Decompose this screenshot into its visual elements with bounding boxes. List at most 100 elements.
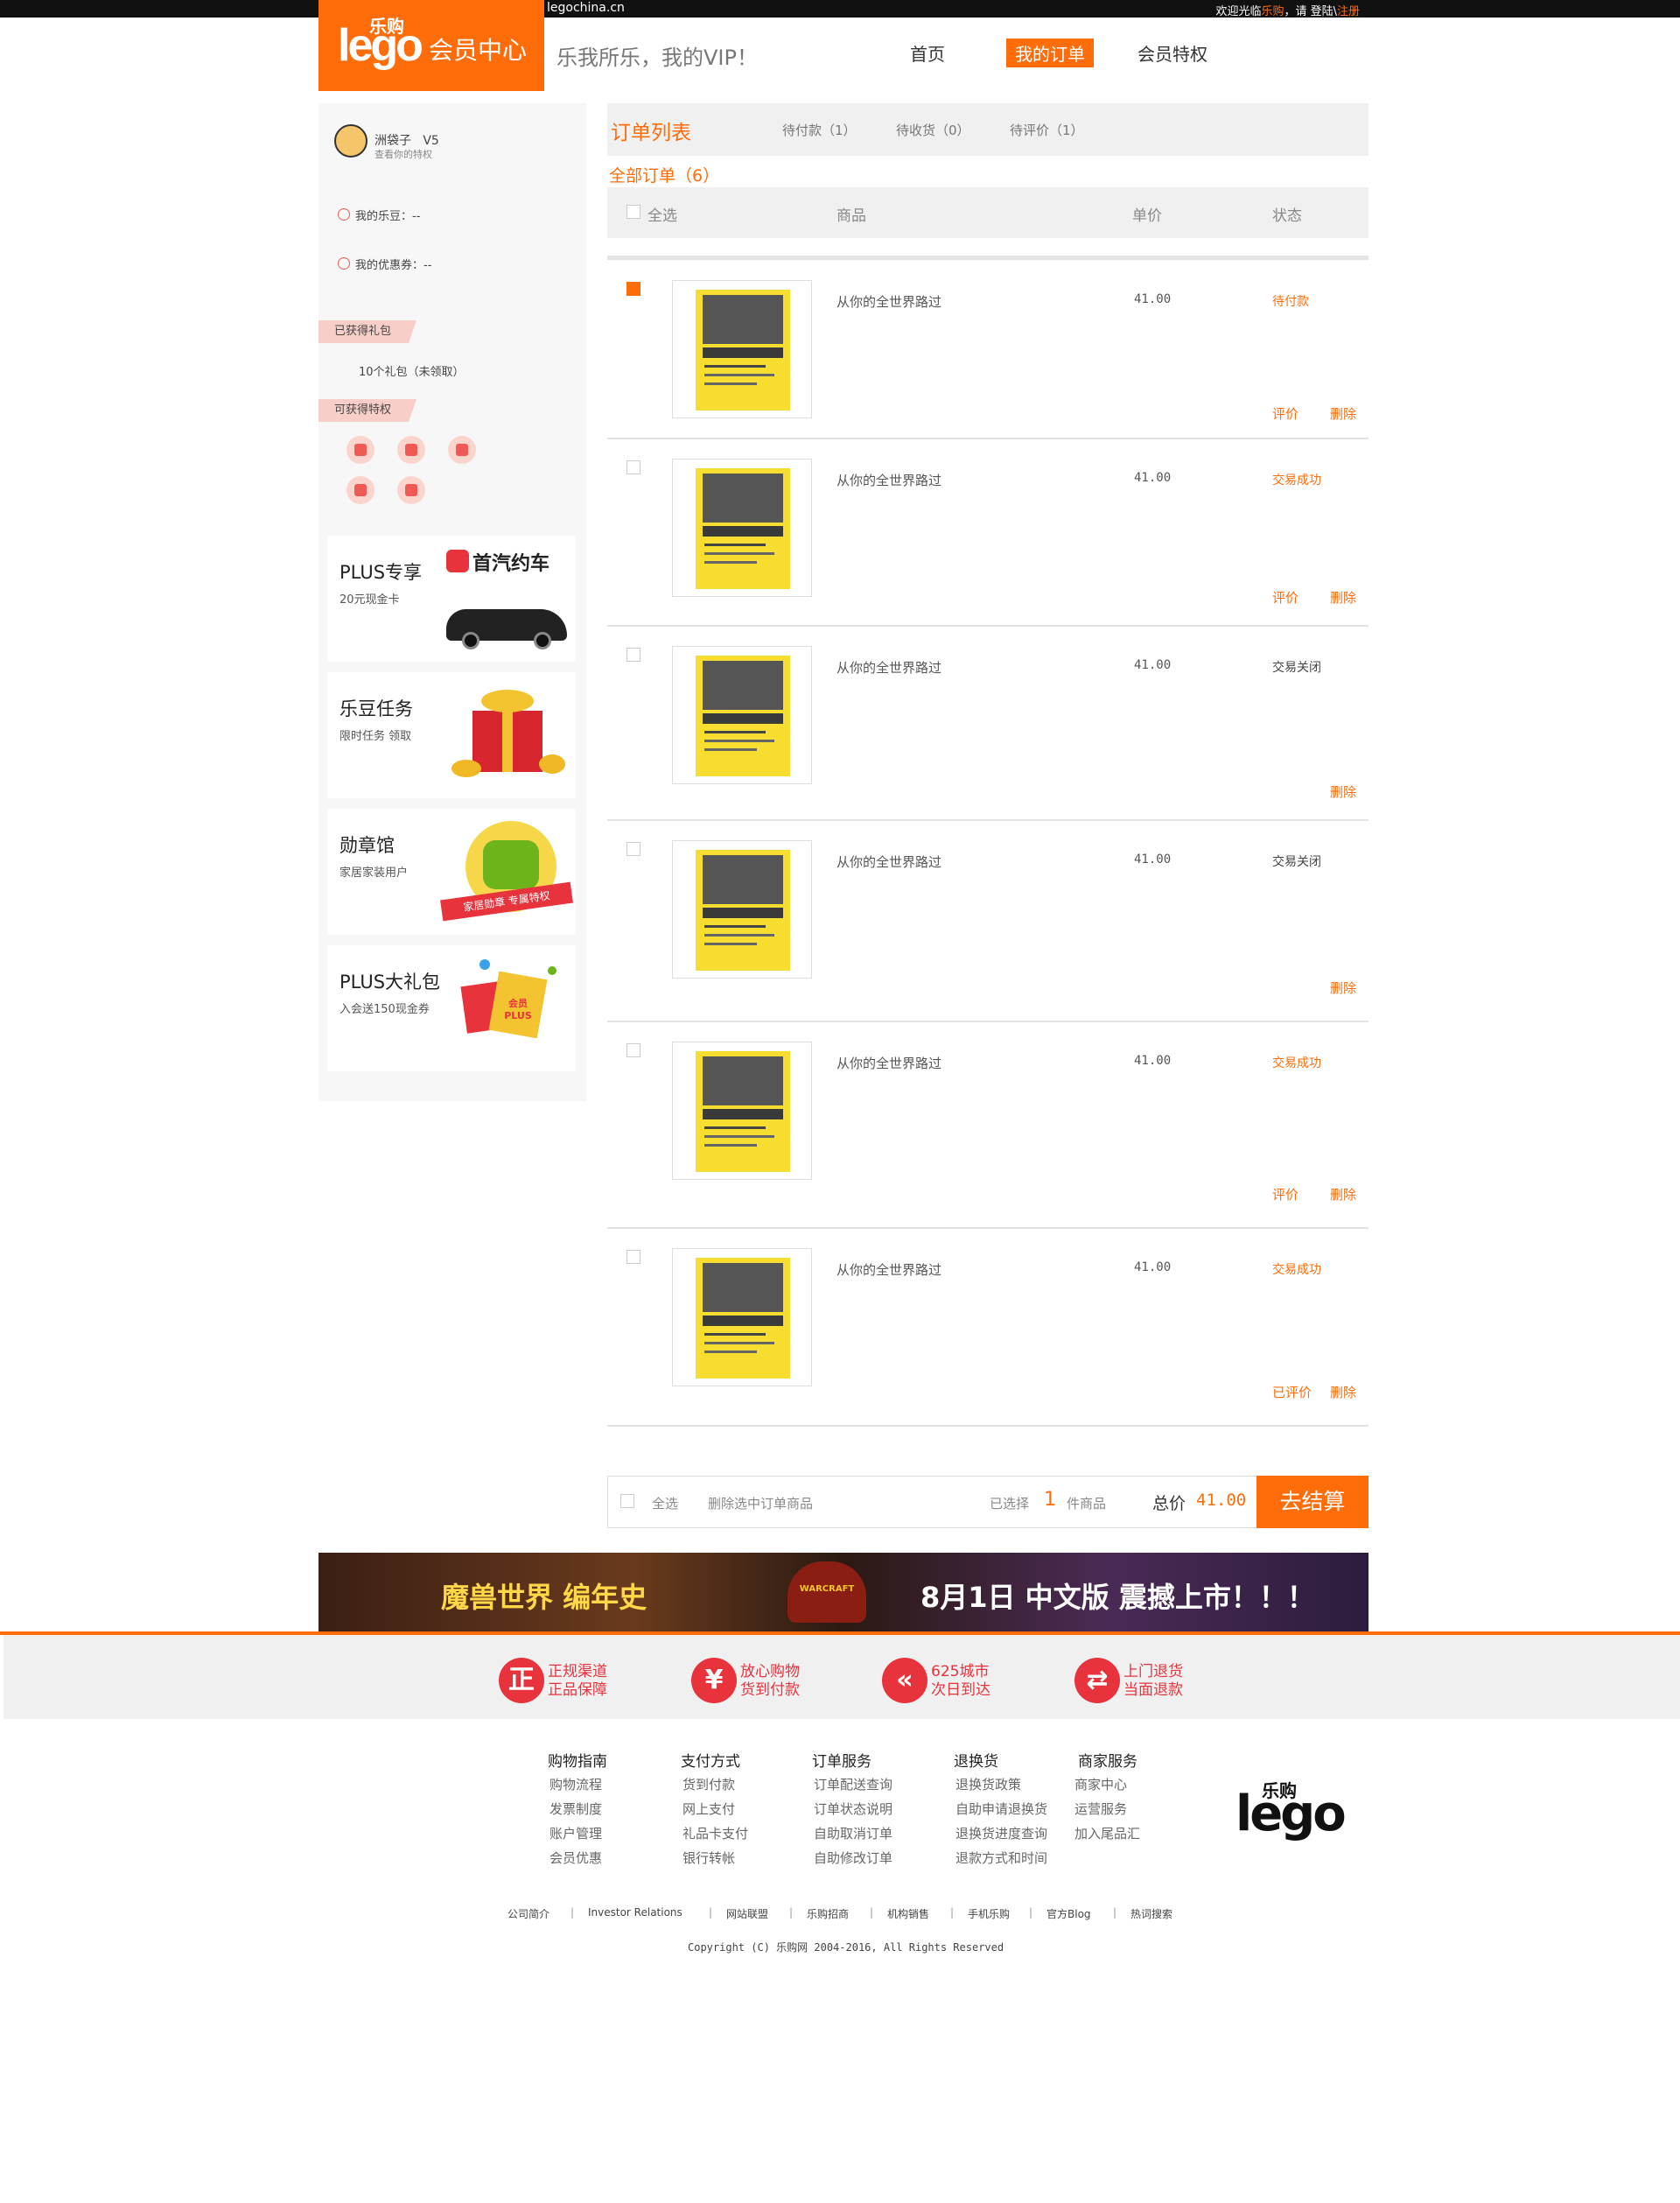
footer-bottom-link[interactable]: 公司简介 [508,1906,550,1921]
review-button[interactable]: 评价 [1272,588,1298,607]
tab-pending-review[interactable]: 待评价（1） [1010,121,1084,139]
footer-link[interactable]: 网上支付 [682,1800,735,1818]
product-name[interactable]: 从你的全世界路过 [836,852,942,871]
footer-link[interactable]: 订单配送查询 [814,1775,892,1793]
footer-link[interactable]: 购物流程 [550,1775,602,1793]
footer-link[interactable]: 自助申请退换货 [956,1800,1047,1818]
unit-price: 41.00 [1134,1260,1172,1274]
footer-link[interactable]: 发票制度 [550,1800,602,1818]
delete-button[interactable]: 删除 [1330,1185,1356,1203]
product-thumbnail[interactable] [672,459,812,597]
footer-link[interactable]: 自助取消订单 [814,1824,892,1842]
order-checkbox[interactable] [626,842,640,856]
warcraft-banner[interactable]: 魔兽世界 编年史 WARCRAFT 8月1日 中文版 震撼上市！！！ [318,1553,1368,1631]
greeting-brand-link[interactable]: 乐购 [1261,5,1284,18]
footer-bottom-link[interactable]: Investor Relations [588,1906,682,1919]
footer-link[interactable]: 会员优惠 [550,1849,602,1867]
delete-button[interactable]: 删除 [1330,404,1356,423]
order-status: 交易关闭 [1272,661,1321,675]
avatar[interactable] [334,124,368,158]
promo-title: 乐豆任务 [340,698,413,719]
promo-ledou-tasks[interactable]: 乐豆任务 限时任务 领取 [327,672,576,798]
product-name[interactable]: 从你的全世界路过 [836,658,942,677]
tab-pending-payment[interactable]: 待付款（1） [782,121,857,139]
nav-my-orders[interactable]: 我的订单 [1006,39,1094,67]
view-privilege-link[interactable]: 查看你的特权 [374,147,432,161]
total-label: 总价 [1152,1494,1186,1513]
yuan-icon: ¥ [691,1658,737,1703]
order-checkbox[interactable] [626,648,640,662]
delete-button[interactable]: 删除 [1330,1383,1356,1401]
promo-plus-gift-pack[interactable]: PLUS大礼包 入会送150现金券 会员PLUS [327,945,576,1071]
promo-plus-exclusive[interactable]: PLUS专享 20元现金卡 首汽约车 [327,536,576,662]
product-name[interactable]: 从你的全世界路过 [836,1054,942,1072]
footer-bottom-link[interactable]: 热词搜索 [1130,1906,1172,1921]
delete-selected-button[interactable]: 删除选中订单商品 [708,1494,813,1512]
register-link[interactable]: 注册 [1337,5,1360,18]
order-checkbox[interactable] [626,1250,640,1264]
order-list-title[interactable]: 订单列表 [611,116,691,145]
headset-icon[interactable] [346,436,374,464]
tab-pending-receipt[interactable]: 待收货（0） [896,121,970,139]
delete-button[interactable]: 删除 [1330,782,1356,801]
car-image: 首汽约车 [446,548,569,649]
nav-home[interactable]: 首页 [910,40,945,66]
order-checkbox[interactable] [626,460,640,474]
footer-link[interactable]: 自助修改订单 [814,1849,892,1867]
gift-icon[interactable] [448,436,476,464]
order-status: 待付款 [1272,295,1309,309]
guarantee-next-day: 625城市 次日到达 [931,1663,990,1700]
review-button[interactable]: 评价 [1272,404,1298,423]
footer-link[interactable]: 退换货进度查询 [956,1824,1047,1842]
footer-bottom-link[interactable]: 乐购招商 [807,1906,849,1921]
order-checkbox[interactable] [626,1043,640,1057]
product-thumbnail[interactable] [672,280,812,418]
checkout-button[interactable]: 去结算 [1256,1476,1368,1528]
footer-bottom-link[interactable]: 机构销售 [887,1906,929,1921]
product-thumbnail[interactable] [672,840,812,979]
bottom-select-all[interactable]: 全选 [652,1494,678,1512]
bottom-select-all-checkbox[interactable] [620,1494,634,1508]
footer-logo[interactable]: 乐购 lego [1236,1777,1349,1847]
footer-bottom-link[interactable]: 网站联盟 [726,1906,768,1921]
product-name[interactable]: 从你的全世界路过 [836,1260,942,1279]
review-button[interactable]: 评价 [1272,1185,1298,1203]
book-cover-image [696,290,790,410]
truck-icon[interactable] [346,476,374,504]
genuine-icon: 正 [499,1658,544,1703]
product-thumbnail[interactable] [672,1248,812,1386]
return-icon: ⇄ [1074,1658,1120,1703]
footer-link[interactable]: 货到付款 [682,1775,735,1793]
promo-title: PLUS大礼包 [340,972,441,993]
all-orders-title[interactable]: 全部订单（6） [609,163,719,186]
footer-link[interactable]: 银行转帐 [682,1849,735,1867]
footer-link[interactable]: 运营服务 [1074,1800,1127,1818]
footer-link[interactable]: 退款方式和时间 [956,1849,1047,1867]
product-name[interactable]: 从你的全世界路过 [836,292,942,311]
footer-link[interactable]: 退换货政策 [956,1775,1021,1793]
product-thumbnail[interactable] [672,646,812,784]
footer-link[interactable]: 账户管理 [550,1824,602,1842]
select-all-checkbox[interactable] [626,205,640,219]
gifts-text[interactable]: 10个礼包（未领取） [359,362,465,379]
promo-medal-hall[interactable]: 勋章馆 家居家装用户 家居勋章 专属特权 [327,809,576,935]
nav-member-privileges[interactable]: 会员特权 [1138,40,1208,66]
ledou-label: 我的乐豆： [355,210,413,223]
footer-link[interactable]: 加入尾品汇 [1074,1824,1140,1842]
delete-button[interactable]: 删除 [1330,588,1356,607]
product-name[interactable]: 从你的全世界路过 [836,471,942,489]
tag-icon[interactable] [397,436,425,464]
col-select-all[interactable]: 全选 [648,203,677,225]
site-logo[interactable]: 乐购 lego 会员中心 [318,0,544,91]
footer-link[interactable]: 礼品卡支付 [682,1824,748,1842]
footer-bottom-link[interactable]: 官方Blog [1046,1906,1091,1921]
cake-icon[interactable] [397,476,425,504]
login-link[interactable]: ，请 登陆\ [1284,5,1337,18]
footer-bottom-link[interactable]: 手机乐购 [968,1906,1010,1921]
footer-link[interactable]: 订单状态说明 [814,1800,892,1818]
footer-link[interactable]: 商家中心 [1074,1775,1127,1793]
order-checkbox[interactable] [626,282,640,296]
guarantee-line1: 正规渠道 [548,1663,607,1680]
product-thumbnail[interactable] [672,1042,812,1180]
delete-button[interactable]: 删除 [1330,979,1356,997]
